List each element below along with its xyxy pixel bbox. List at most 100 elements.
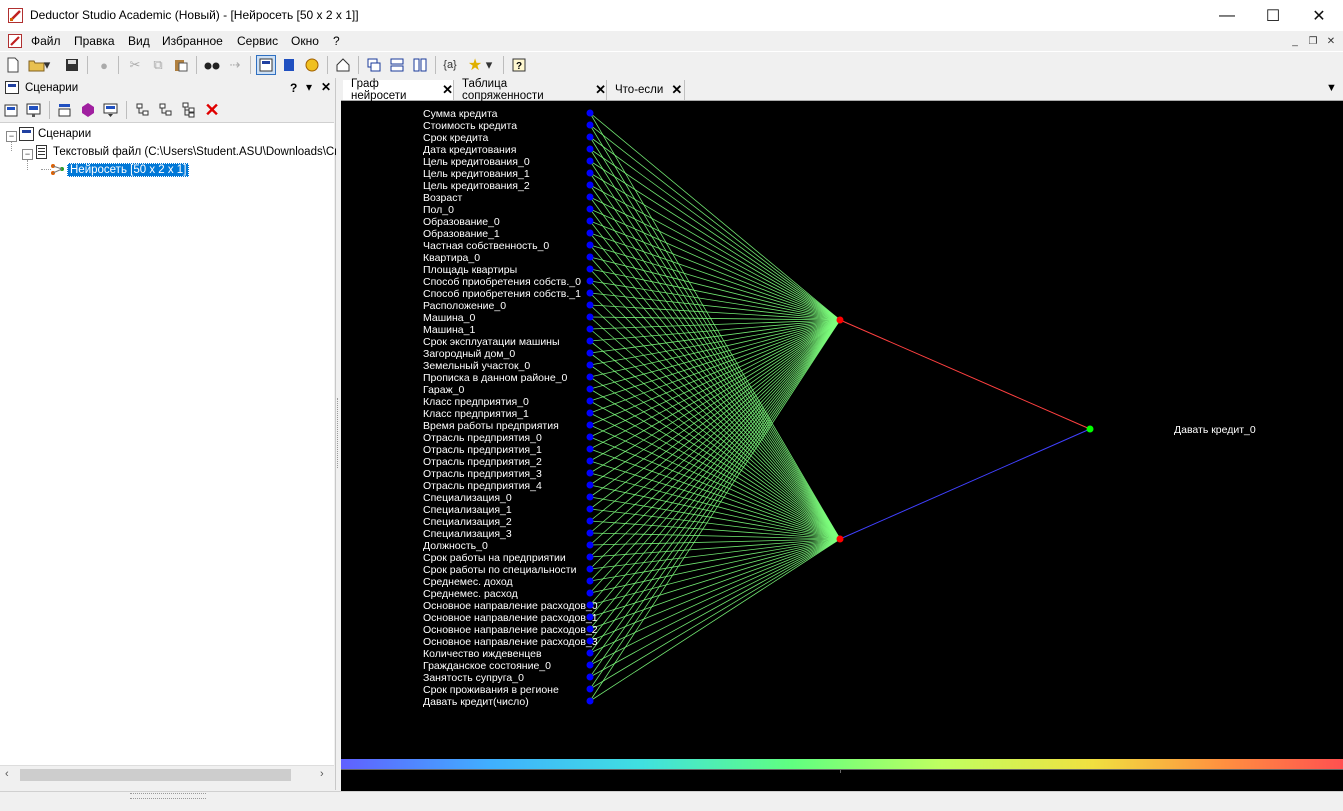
menu-favorites[interactable]: Избранное [162,34,223,48]
menu-file[interactable]: Файл [31,34,61,48]
input-neuron-node[interactable] [586,421,594,429]
input-neuron-node[interactable] [586,277,594,285]
input-neuron-node[interactable] [586,337,594,345]
visualizer-icon[interactable] [302,55,322,75]
find-next-icon[interactable]: ⇢ [225,55,245,75]
maximize-button[interactable]: ☐ [1250,0,1296,31]
input-neuron-node[interactable] [586,433,594,441]
input-neuron-node[interactable] [586,145,594,153]
tree-item-text-file[interactable]: Текстовый файл (C:\Users\Student.ASU\Dow… [53,146,344,158]
input-neuron-node[interactable] [586,241,594,249]
app-icon[interactable] [8,8,23,23]
input-neuron-node[interactable] [586,445,594,453]
input-neuron-node[interactable] [586,313,594,321]
tile-vertical-icon[interactable] [410,55,430,75]
open-dropdown-icon[interactable]: ▾ [42,55,52,75]
home-icon[interactable] [333,55,353,75]
tree-horizontal-scrollbar[interactable]: ‹ › [0,765,334,784]
input-neuron-node[interactable] [586,289,594,297]
input-neuron-node[interactable] [586,373,594,381]
input-neuron-node[interactable] [586,649,594,657]
copy-icon[interactable]: ⧉ [148,55,168,75]
move-up-icon[interactable] [133,100,153,120]
input-neuron-node[interactable] [586,481,594,489]
menu-edit[interactable]: Правка [74,34,115,48]
move-down-icon[interactable] [156,100,176,120]
input-neuron-node[interactable] [586,661,594,669]
minimize-button[interactable]: — [1204,0,1250,31]
close-tab-icon[interactable]: ✕ [671,82,682,98]
mdi-restore-button[interactable]: ❐ [1305,35,1321,48]
input-neuron-node[interactable] [586,349,594,357]
scroll-left-icon[interactable]: ‹ [5,768,9,780]
input-neuron-node[interactable] [586,541,594,549]
input-neuron-node[interactable] [586,457,594,465]
input-neuron-node[interactable] [586,409,594,417]
close-tab-icon[interactable]: ✕ [442,82,453,98]
input-neuron-node[interactable] [586,229,594,237]
tree-item-scenarios[interactable]: Сценарии [38,128,91,140]
output-neuron-node[interactable] [1086,425,1094,433]
menu-window[interactable]: Окно [291,34,319,48]
cut-icon[interactable]: ✂ [125,55,145,75]
data-mining-wizard-icon[interactable] [78,100,98,120]
input-neuron-node[interactable] [586,697,594,705]
input-neuron-node[interactable] [586,637,594,645]
input-neuron-node[interactable] [586,469,594,477]
input-neuron-node[interactable] [586,205,594,213]
input-neuron-node[interactable] [586,685,594,693]
favorites-dropdown-icon[interactable]: ▾ [484,55,494,75]
input-neuron-node[interactable] [586,601,594,609]
export-wizard-icon[interactable] [24,100,44,120]
visualization-wizard-icon[interactable] [101,100,121,120]
disabled-icon[interactable]: ● [94,55,114,75]
input-neuron-node[interactable] [586,673,594,681]
cascade-icon[interactable] [364,55,384,75]
tabs-dropdown-icon[interactable]: ▼ [1326,82,1337,94]
mdi-minimize-button[interactable]: _ [1287,35,1303,48]
panel-help-button[interactable]: ? [290,81,297,95]
report-icon[interactable] [279,55,299,75]
document-icon[interactable] [8,34,22,48]
delete-icon[interactable]: ✕ [202,100,222,120]
input-neuron-node[interactable] [586,625,594,633]
input-neuron-node[interactable] [586,193,594,201]
menu-help[interactable]: ? [333,34,340,48]
input-neuron-node[interactable] [586,253,594,261]
tree-collapse-toggle[interactable]: − [22,149,33,160]
input-neuron-node[interactable] [586,577,594,585]
input-neuron-node[interactable] [586,301,594,309]
input-neuron-node[interactable] [586,517,594,525]
favorites-icon[interactable]: ★ [465,55,485,75]
find-icon[interactable] [202,55,222,75]
hidden-neuron-node[interactable] [836,316,844,324]
input-neuron-node[interactable] [586,217,594,225]
input-neuron-node[interactable] [586,565,594,573]
input-neuron-node[interactable] [586,385,594,393]
input-neuron-node[interactable] [586,589,594,597]
input-neuron-node[interactable] [586,133,594,141]
processing-wizard-icon[interactable] [55,100,75,120]
menu-view[interactable]: Вид [128,34,150,48]
input-neuron-node[interactable] [586,157,594,165]
tab-what-if[interactable]: Что-если ✕ [607,80,685,100]
tab-contingency-table[interactable]: Таблица сопряженности ✕ [454,78,607,102]
paste-icon[interactable] [171,55,191,75]
input-neuron-node[interactable] [586,265,594,273]
panel-menu-button[interactable]: ▾ [306,80,312,94]
save-icon[interactable] [62,55,82,75]
scroll-thumb[interactable] [20,769,291,781]
input-neuron-node[interactable] [586,613,594,621]
panel-close-button[interactable]: ✕ [321,80,331,94]
import-wizard-icon[interactable] [2,100,22,120]
status-grip[interactable] [130,793,206,799]
input-neuron-node[interactable] [586,121,594,129]
menu-service[interactable]: Сервис [237,34,278,48]
tree-collapse-toggle[interactable]: − [6,131,17,142]
input-neuron-node[interactable] [586,325,594,333]
input-neuron-node[interactable] [586,181,594,189]
scroll-right-icon[interactable]: › [320,768,324,780]
input-neuron-node[interactable] [586,169,594,177]
input-neuron-node[interactable] [586,493,594,501]
input-neuron-node[interactable] [586,109,594,117]
